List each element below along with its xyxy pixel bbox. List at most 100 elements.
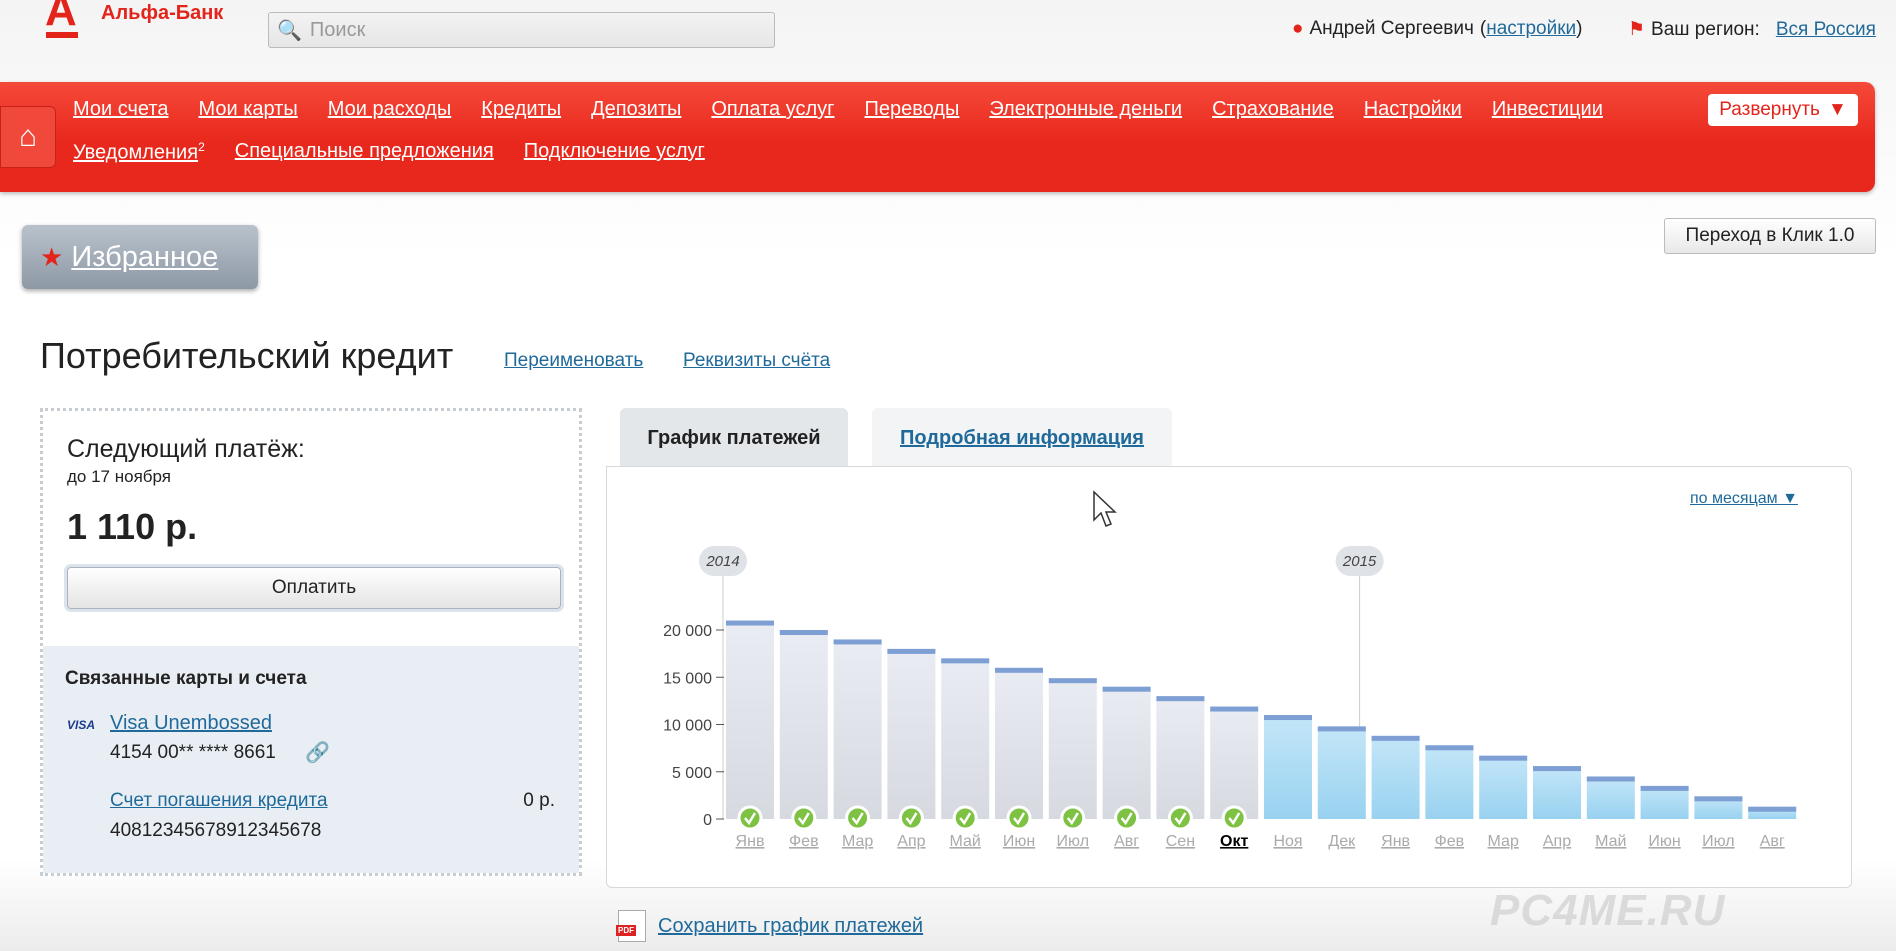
nav-special-offers[interactable]: Специальные предложения: [235, 140, 494, 165]
check-icon: [791, 805, 817, 831]
bar[interactable]: [1210, 706, 1259, 819]
bar[interactable]: [1156, 696, 1205, 819]
nav-item[interactable]: Страхование: [1212, 98, 1334, 121]
check-icon: [952, 805, 978, 831]
bar-cap: [941, 658, 990, 664]
bar[interactable]: [833, 639, 882, 819]
pdf-icon: PDF: [616, 910, 646, 942]
linked-title: Связанные карты и счета: [65, 668, 307, 689]
month-label[interactable]: Июл: [1057, 833, 1089, 850]
month-label[interactable]: Апр: [1543, 833, 1571, 850]
expand-button[interactable]: Развернуть ▼: [1708, 94, 1858, 126]
alfa-bank-logo[interactable]: А Альфа-Банк: [45, 0, 223, 40]
search-input[interactable]: 🔍 Поиск: [268, 12, 775, 48]
nav-row-2: Уведомления2 Специальные предложения Под…: [73, 140, 705, 165]
bar[interactable]: [995, 667, 1043, 819]
nav-item[interactable]: Мои счета: [73, 98, 168, 121]
month-label[interactable]: Май: [950, 833, 981, 850]
month-label[interactable]: Фев: [1435, 833, 1465, 850]
nav-item[interactable]: Оплата услуг: [711, 98, 834, 121]
month-label[interactable]: Янв: [1381, 833, 1410, 850]
bar[interactable]: [1371, 735, 1420, 819]
nav-item[interactable]: Инвестиции: [1492, 98, 1603, 121]
pay-button[interactable]: Оплатить: [67, 567, 561, 609]
bar-cap: [1640, 785, 1689, 791]
bar-cap: [1425, 745, 1474, 751]
month-label[interactable]: Июн: [1648, 833, 1680, 850]
check-icon: [1167, 805, 1193, 831]
save-schedule[interactable]: PDF Сохранить график платежей: [616, 910, 923, 942]
month-label[interactable]: Мар: [842, 833, 873, 850]
bar[interactable]: [1102, 686, 1151, 819]
next-payment-label: Следующий платёж:: [67, 435, 305, 463]
month-label[interactable]: Авг: [1760, 833, 1785, 850]
bar[interactable]: [1425, 745, 1474, 819]
period-select[interactable]: по месяцам ▼: [1690, 490, 1798, 508]
tab-details-label[interactable]: Подробная информация: [900, 427, 1144, 450]
user-icon: ●: [1292, 18, 1304, 39]
account-link[interactable]: Счет погашения кредита: [110, 790, 328, 812]
bar[interactable]: [726, 620, 774, 819]
tab-payment-schedule[interactable]: График платежей: [620, 408, 848, 468]
rename-link[interactable]: Переименовать: [504, 350, 643, 372]
save-schedule-link[interactable]: Сохранить график платежей: [658, 915, 923, 938]
month-label[interactable]: Май: [1595, 833, 1626, 850]
nav-item[interactable]: Настройки: [1364, 98, 1462, 121]
chain-link-icon[interactable]: 🔗: [305, 740, 330, 765]
nav-item[interactable]: Депозиты: [591, 98, 681, 121]
bar-cap: [1264, 715, 1312, 721]
month-label[interactable]: Сен: [1166, 833, 1195, 850]
bar[interactable]: [1317, 726, 1366, 819]
home-icon: ⌂: [18, 120, 38, 153]
nav-item[interactable]: Электронные деньги: [989, 98, 1182, 121]
nav-services[interactable]: Подключение услуг: [524, 140, 705, 165]
month-label[interactable]: Ноя: [1273, 833, 1302, 850]
card-link[interactable]: Visa Unembossed: [110, 712, 272, 735]
notifications-count: 2: [198, 140, 205, 154]
account-number: 40812345678912345678: [110, 820, 322, 841]
bar[interactable]: [779, 630, 828, 819]
month-label[interactable]: Июл: [1702, 833, 1734, 850]
check-icon: [1114, 805, 1140, 831]
star-icon: ★: [40, 241, 64, 272]
bar[interactable]: [1533, 766, 1581, 819]
month-label[interactable]: Мар: [1488, 833, 1519, 850]
month-label[interactable]: Апр: [897, 833, 925, 850]
month-label[interactable]: Фев: [789, 833, 819, 850]
tab-details[interactable]: Подробная информация: [872, 408, 1172, 468]
month-label[interactable]: Окт: [1220, 833, 1248, 850]
bar-cap: [1102, 686, 1151, 692]
year-label: 2015: [1342, 553, 1377, 570]
bar[interactable]: [887, 648, 936, 819]
settings-link[interactable]: настройки: [1486, 18, 1576, 39]
nav-item[interactable]: Мои карты: [198, 98, 297, 121]
search-icon: 🔍: [277, 19, 302, 42]
bar[interactable]: [1264, 715, 1312, 819]
home-button[interactable]: ⌂: [0, 106, 56, 168]
month-label[interactable]: Янв: [736, 833, 765, 850]
bar-cap: [1479, 755, 1528, 761]
month-label[interactable]: Дек: [1328, 833, 1356, 850]
month-label[interactable]: Авг: [1114, 833, 1139, 850]
y-tick-label: 20 000: [663, 623, 712, 640]
favorites-button[interactable]: ★ Избранное: [22, 225, 258, 289]
bar-cap: [1371, 735, 1420, 741]
klik-button[interactable]: Переход в Клик 1.0: [1664, 218, 1876, 254]
nav-notifications[interactable]: Уведомления: [73, 142, 198, 164]
nav-item[interactable]: Мои расходы: [328, 98, 452, 121]
month-label[interactable]: Июн: [1003, 833, 1035, 850]
nav-item[interactable]: Кредиты: [481, 98, 561, 121]
check-icon: [737, 805, 763, 831]
bar-cap: [833, 639, 882, 645]
bar[interactable]: [941, 658, 990, 819]
bar[interactable]: [1479, 755, 1528, 819]
nav-item[interactable]: Переводы: [864, 98, 959, 121]
bar[interactable]: [1586, 776, 1635, 819]
account-balance: 0 р.: [523, 790, 555, 811]
region-label: Ваш регион:: [1651, 18, 1760, 40]
region-link[interactable]: Вся Россия: [1776, 19, 1876, 41]
requisites-link[interactable]: Реквизиты счёта: [683, 350, 830, 372]
bar[interactable]: [1048, 678, 1097, 819]
check-icon: [1006, 805, 1032, 831]
y-tick-label: 5 000: [672, 765, 712, 782]
